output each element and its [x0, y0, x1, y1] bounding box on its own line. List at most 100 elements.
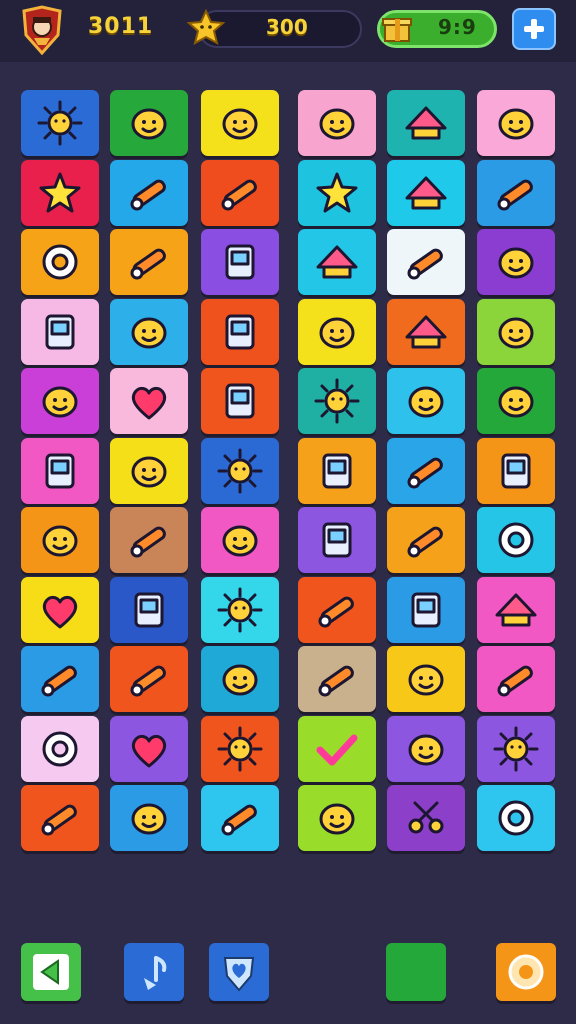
grid-tile[interactable]	[477, 160, 555, 226]
grid-tile[interactable]	[110, 507, 188, 573]
grid-tile[interactable]	[387, 646, 465, 712]
grid-tile[interactable]	[21, 785, 99, 851]
smiley-pan-icon	[42, 525, 78, 557]
turtle-icon	[222, 525, 258, 557]
grid-tile[interactable]	[110, 646, 188, 712]
lollipop-face-icon	[222, 108, 258, 140]
grid-tile[interactable]	[21, 577, 99, 643]
back-arrow-button[interactable]	[21, 943, 81, 1001]
bat-icon	[498, 317, 534, 349]
fox-icon	[498, 386, 534, 418]
octopus-icon	[408, 664, 444, 696]
grid-tile[interactable]	[387, 90, 465, 156]
robot-icon	[498, 247, 534, 279]
grid-tile[interactable]	[298, 438, 376, 504]
germ-icon	[217, 587, 263, 633]
grid-tile[interactable]	[110, 577, 188, 643]
grid-tile[interactable]	[477, 229, 555, 295]
sparkles-icon	[39, 172, 81, 213]
grid-tile[interactable]	[477, 368, 555, 434]
ring-icon	[498, 800, 534, 836]
grid-tile[interactable]	[21, 229, 99, 295]
blank-square-button[interactable]	[386, 943, 446, 1001]
grid-tile[interactable]	[298, 646, 376, 712]
grid-tile[interactable]	[110, 90, 188, 156]
star-count: 300	[266, 15, 308, 39]
starburst-icon	[316, 172, 358, 213]
monster-icon	[131, 803, 167, 835]
grid-tile[interactable]	[477, 90, 555, 156]
grid-tile[interactable]	[387, 438, 465, 504]
grid-tile[interactable]	[201, 160, 279, 226]
music-note-icon	[144, 956, 167, 990]
pill-icon	[497, 665, 533, 697]
splash-icon	[319, 108, 355, 140]
grid-tile[interactable]	[387, 507, 465, 573]
grid-tile[interactable]	[477, 299, 555, 365]
grid-tile[interactable]	[110, 438, 188, 504]
grid-tile[interactable]	[201, 229, 279, 295]
grid-tile[interactable]	[21, 646, 99, 712]
book-icon	[134, 592, 164, 628]
tulip-icon	[408, 386, 444, 418]
shield-heart-button[interactable]	[209, 943, 269, 1001]
grid-tile[interactable]	[387, 299, 465, 365]
grid-tile[interactable]	[21, 716, 99, 782]
grid-tile[interactable]	[201, 299, 279, 365]
grid-tile[interactable]	[21, 299, 99, 365]
grid-tile[interactable]	[201, 716, 279, 782]
add-button[interactable]	[512, 8, 556, 50]
grid-tile[interactable]	[21, 90, 99, 156]
grid-tile[interactable]	[387, 229, 465, 295]
bandage-icon	[225, 383, 255, 419]
bean-icon	[222, 664, 258, 696]
grid-tile[interactable]	[477, 577, 555, 643]
heart-icon	[131, 734, 167, 768]
sausage-icon	[130, 248, 166, 280]
grid-tile[interactable]	[110, 716, 188, 782]
grid-tile[interactable]	[201, 507, 279, 573]
grid-tile[interactable]	[298, 507, 376, 573]
shield-heart-icon	[223, 957, 255, 992]
grid-tile[interactable]	[477, 507, 555, 573]
grid-tile[interactable]	[298, 299, 376, 365]
crest-avatar-icon[interactable]	[18, 5, 66, 56]
grid-tile[interactable]	[110, 785, 188, 851]
grid-tile[interactable]	[387, 785, 465, 851]
grid-tile[interactable]	[298, 368, 376, 434]
grid-tile[interactable]	[21, 507, 99, 573]
grid-tile[interactable]	[387, 160, 465, 226]
coin-button[interactable]	[496, 943, 556, 1001]
witch-hat-icon	[316, 245, 358, 279]
grid-tile[interactable]	[387, 368, 465, 434]
grid-tile[interactable]	[387, 716, 465, 782]
grid-tile[interactable]	[387, 577, 465, 643]
grid-tile[interactable]	[201, 90, 279, 156]
pickle-icon	[407, 457, 443, 489]
grid-tile[interactable]	[477, 785, 555, 851]
paintbrush-icon	[407, 526, 443, 558]
grid-tile[interactable]	[21, 368, 99, 434]
grid-tile[interactable]	[110, 299, 188, 365]
music-note-button[interactable]	[124, 943, 184, 1001]
grid-tile[interactable]	[110, 368, 188, 434]
grid-tile[interactable]	[201, 785, 279, 851]
grid-tile[interactable]	[201, 368, 279, 434]
grid-tile[interactable]	[21, 438, 99, 504]
grid-tile[interactable]	[298, 90, 376, 156]
grid-tile[interactable]	[477, 716, 555, 782]
grid-tile[interactable]	[110, 160, 188, 226]
grid-tile[interactable]	[477, 438, 555, 504]
grid-tile[interactable]	[201, 438, 279, 504]
grid-tile[interactable]	[201, 577, 279, 643]
grid-tile[interactable]	[298, 716, 376, 782]
grid-tile[interactable]	[477, 646, 555, 712]
grid-tile[interactable]	[298, 160, 376, 226]
grid-tile[interactable]	[298, 229, 376, 295]
grid-tile[interactable]	[298, 785, 376, 851]
grid-tile[interactable]	[298, 577, 376, 643]
grid-tile[interactable]	[21, 160, 99, 226]
wrench-icon	[221, 179, 257, 211]
grid-tile[interactable]	[110, 229, 188, 295]
grid-tile[interactable]	[201, 646, 279, 712]
